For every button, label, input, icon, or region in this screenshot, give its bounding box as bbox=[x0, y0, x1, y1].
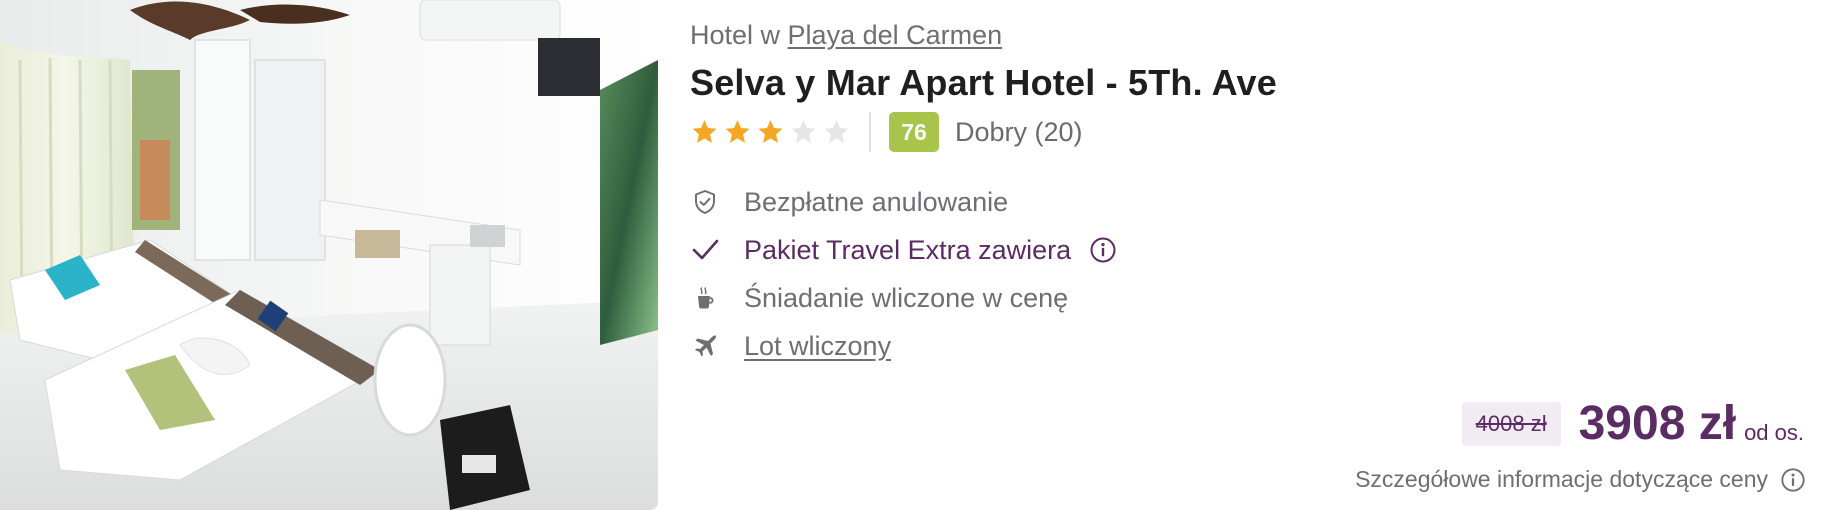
feature-cancellation-label: Bezpłatne anulowanie bbox=[744, 186, 1009, 217]
location-city-link[interactable]: Playa del Carmen bbox=[788, 20, 1003, 50]
rating-row: 76 Dobry (20) bbox=[690, 110, 1083, 154]
old-price: 4008 zł bbox=[1461, 402, 1561, 446]
star-empty-icon bbox=[791, 119, 816, 143]
feature-list: Bezpłatne anulowanie Pakiet Travel Extra… bbox=[690, 178, 1117, 370]
price-row: 4008 zł 3908 zł od os. bbox=[1461, 397, 1804, 450]
hotel-name[interactable]: Selva y Mar Apart Hotel - 5Th. Ave bbox=[690, 62, 1277, 104]
location-prefix: Hotel w bbox=[690, 20, 781, 50]
star-filled-icon bbox=[758, 119, 783, 143]
feature-travel-extra-label: Pakiet Travel Extra zawiera bbox=[744, 234, 1072, 265]
coffee-cup-icon bbox=[690, 283, 720, 313]
price-per-person: od os. bbox=[1744, 420, 1804, 445]
price-details-label: Szczegółowe informacje dotyczące ceny bbox=[1355, 466, 1768, 492]
rating-divider bbox=[869, 112, 871, 152]
hotel-location: Hotel w Playa del Carmen bbox=[690, 20, 1002, 51]
airplane-icon bbox=[690, 331, 720, 361]
feature-cancellation: Bezpłatne anulowanie bbox=[690, 178, 1117, 226]
price-info-icon[interactable] bbox=[1780, 467, 1806, 493]
hotel-info: Hotel w Playa del Carmen Selva y Mar Apa… bbox=[690, 0, 1826, 510]
star-rating bbox=[690, 118, 851, 147]
feature-travel-extra: Pakiet Travel Extra zawiera bbox=[690, 226, 1117, 274]
travel-extra-info-icon[interactable] bbox=[1089, 236, 1117, 264]
current-price: 3908 zł bbox=[1578, 397, 1737, 450]
hotel-card[interactable]: Hotel w Playa del Carmen Selva y Mar Apa… bbox=[0, 0, 1826, 510]
feature-breakfast: Śniadanie wliczone w cenę bbox=[690, 274, 1117, 322]
shield-check-icon bbox=[690, 187, 720, 217]
hotel-room-image bbox=[0, 0, 658, 510]
review-score-label[interactable]: Dobry (20) bbox=[955, 117, 1083, 148]
price-details-link[interactable]: Szczegółowe informacje dotyczące ceny bbox=[1355, 466, 1806, 493]
review-score-badge: 76 bbox=[889, 112, 939, 152]
hotel-photo[interactable] bbox=[0, 0, 658, 510]
star-filled-icon bbox=[725, 119, 750, 143]
feature-flight: Lot wliczony bbox=[690, 322, 1117, 370]
star-filled-icon bbox=[692, 119, 717, 143]
feature-flight-link[interactable]: Lot wliczony bbox=[744, 331, 891, 362]
feature-breakfast-label: Śniadanie wliczone w cenę bbox=[744, 282, 1069, 313]
star-empty-icon bbox=[824, 119, 849, 143]
checkmark-icon bbox=[690, 235, 720, 265]
